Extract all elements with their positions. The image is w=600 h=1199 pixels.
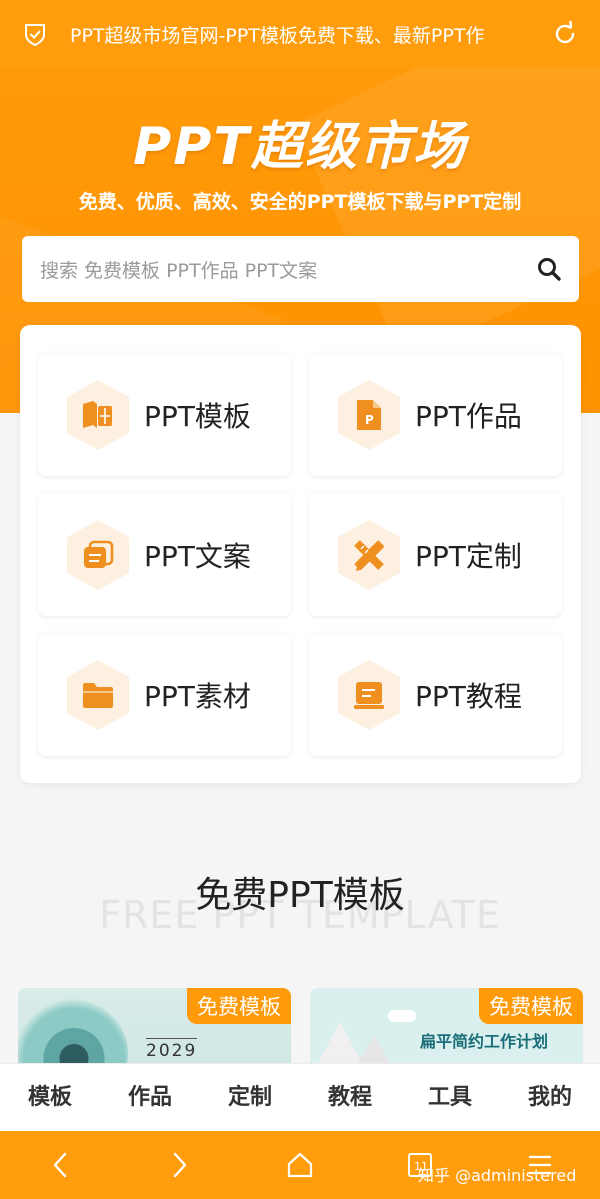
bottom-nav: 模板 作品 定制 教程 工具 我的 [0, 1063, 600, 1131]
category-label: PPT模板 [144, 399, 251, 433]
category-label: PPT教程 [415, 679, 522, 713]
documents-icon [64, 518, 132, 592]
category-ppt-copywriting[interactable]: PPT文案 [38, 493, 291, 616]
search-icon[interactable] [519, 256, 579, 282]
nav-works[interactable]: 作品 [100, 1064, 200, 1131]
ppt-file-icon: P [335, 378, 403, 452]
site-logo[interactable]: PPT超级市场 [0, 104, 600, 179]
watermark-text: 知乎 @administered [418, 1166, 577, 1185]
svg-text:P: P [365, 413, 374, 427]
category-label: PPT定制 [415, 539, 522, 573]
nav-custom[interactable]: 定制 [200, 1064, 300, 1131]
site-slogan: 免费、优质、高效、安全的PPT模板下载与PPT定制 [78, 191, 522, 213]
page-url-title[interactable]: PPT超级市场官网-PPT模板免费下载、最新PPT作 [70, 21, 530, 48]
nav-templates[interactable]: 模板 [0, 1064, 100, 1131]
forward-icon[interactable] [120, 1131, 240, 1199]
tutorial-icon [335, 658, 403, 732]
shield-check-icon[interactable] [0, 21, 70, 47]
nav-mine[interactable]: 我的 [500, 1064, 600, 1131]
nav-tutorials[interactable]: 教程 [300, 1064, 400, 1131]
category-ppt-template[interactable]: PPT模板 [38, 353, 291, 476]
template-year-text: 2029 [146, 1038, 198, 1061]
refresh-icon[interactable] [530, 20, 600, 48]
category-ppt-custom[interactable]: PPT定制 [309, 493, 562, 616]
category-label: PPT文案 [144, 539, 251, 573]
cloud-icon [388, 1010, 416, 1022]
browser-address-bar: PPT超级市场官网-PPT模板免费下载、最新PPT作 [0, 0, 600, 68]
pencil-ruler-icon [335, 518, 403, 592]
book-icon [64, 378, 132, 452]
nav-tools[interactable]: 工具 [400, 1064, 500, 1131]
category-ppt-tutorial[interactable]: PPT教程 [309, 633, 562, 756]
section-title: 免费PPT模板 [195, 875, 405, 916]
home-icon[interactable] [240, 1131, 360, 1199]
folder-icon [64, 658, 132, 732]
category-label: PPT作品 [415, 399, 522, 433]
category-panel: PPT模板 P PPT作品 PPT文案 PPT定制 PPT素材 PPT教程 [20, 325, 581, 783]
search-input[interactable]: 搜索 免费模板 PPT作品 PPT文案 [40, 256, 519, 283]
free-template-badge: 免费模板 [479, 988, 583, 1024]
template-title-text: 扁平简约工作计划 [420, 1032, 549, 1051]
category-ppt-materials[interactable]: PPT素材 [38, 633, 291, 756]
category-label: PPT素材 [144, 679, 251, 713]
category-ppt-works[interactable]: P PPT作品 [309, 353, 562, 476]
back-icon[interactable] [0, 1131, 120, 1199]
free-template-badge: 免费模板 [187, 988, 291, 1024]
search-box[interactable]: 搜索 免费模板 PPT作品 PPT文案 [22, 236, 579, 302]
